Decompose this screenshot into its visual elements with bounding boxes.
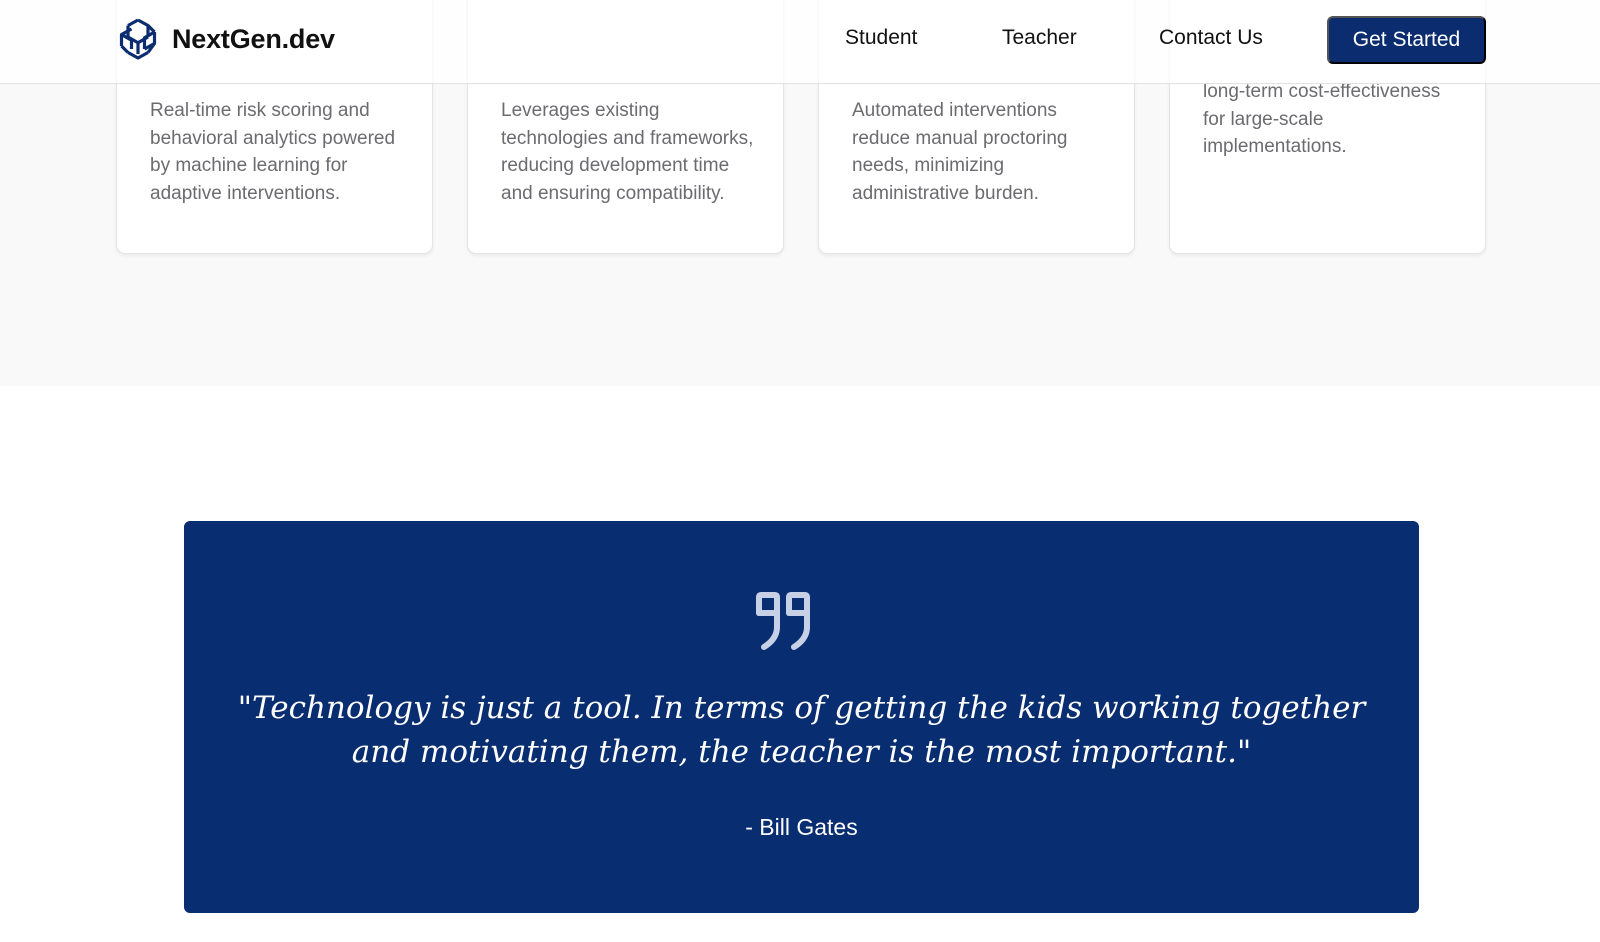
quote-author: - Bill Gates: [745, 814, 858, 840]
quote-text: "Technology is just a tool. In terms of …: [237, 690, 1366, 770]
nav-link-contact-us[interactable]: Contact Us: [1159, 26, 1263, 50]
feature-card-description: Real-time risk scoring and behavioral an…: [150, 100, 396, 204]
testimonial-quote-section: "Technology is just a tool. In terms of …: [184, 521, 1419, 913]
get-started-button[interactable]: Get Started: [1327, 16, 1486, 64]
feature-card-description: Leverages existing technologies and fram…: [501, 100, 754, 204]
knot-logo-icon: [119, 18, 157, 60]
nav-link-teacher[interactable]: Teacher: [1002, 26, 1077, 50]
quote-icon: [756, 592, 810, 650]
logo-text: NextGen.dev: [172, 23, 335, 54]
feature-card-description: Automated interventions reduce manual pr…: [852, 100, 1068, 204]
feature-card-description: long-term cost-effectiveness for large-s…: [1203, 81, 1441, 157]
logo-link[interactable]: NextGen.dev: [115, 16, 335, 62]
site-header: NextGen.dev Student Teacher Contact Us G…: [0, 0, 1600, 84]
nav-link-student[interactable]: Student: [845, 26, 917, 50]
